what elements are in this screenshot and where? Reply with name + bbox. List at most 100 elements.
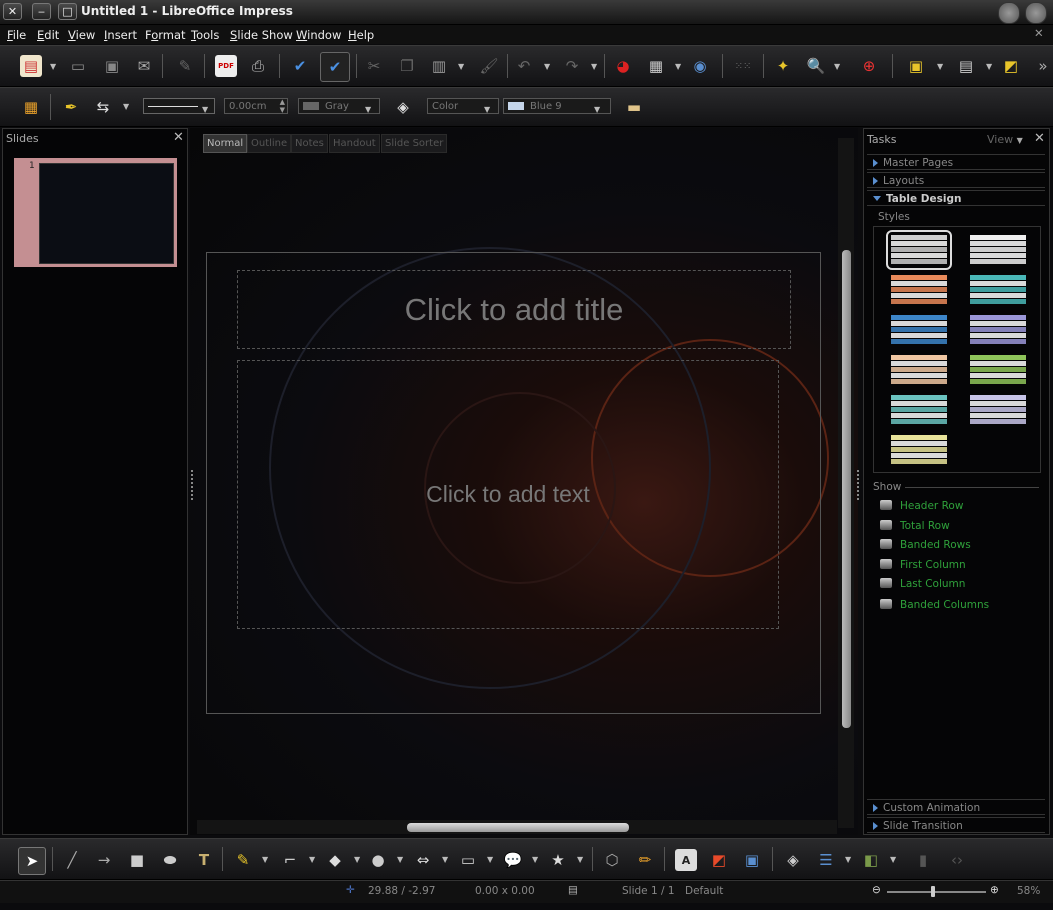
text-placeholder[interactable]: Click to add text	[237, 360, 779, 629]
tab-notes[interactable]: Notes	[291, 134, 328, 153]
help-icon[interactable]: ⊕	[858, 55, 880, 77]
toolbar-overflow-icon[interactable]: »	[1036, 55, 1050, 77]
arrange-icon[interactable]: ◧	[860, 849, 882, 871]
section-master-pages[interactable]: Master Pages	[867, 154, 1045, 170]
line-tool-icon[interactable]: ╱	[61, 849, 83, 871]
undo-icon[interactable]: ↶	[513, 55, 535, 77]
area-style-select[interactable]: Color ▼	[427, 98, 499, 114]
area-color-select[interactable]: Blue 9 ▼	[503, 98, 611, 114]
menu-format[interactable]: Format	[145, 28, 186, 42]
copy-icon[interactable]: ❐	[396, 55, 418, 77]
area-fill-icon[interactable]: ◈	[392, 96, 414, 118]
stars-icon[interactable]: ★	[547, 849, 569, 871]
callouts-icon[interactable]: 💬	[502, 849, 524, 871]
show-banded-columns-checkbox[interactable]: Banded Columns	[880, 599, 989, 611]
spellcheck-icon[interactable]: ✔	[289, 55, 311, 77]
horizontal-scrollbar[interactable]	[197, 820, 837, 834]
navigator-icon[interactable]: ◉	[689, 55, 711, 77]
toggle-extrusion-icon[interactable]: ‹›	[946, 849, 968, 871]
zoom-slider[interactable]	[887, 886, 986, 897]
basic-shapes-icon[interactable]: ◆	[324, 849, 346, 871]
section-table-design[interactable]: Table Design	[867, 190, 1045, 206]
zoom-slider-thumb[interactable]	[930, 886, 935, 897]
table-style-aqua[interactable]	[891, 395, 947, 425]
table-style-teal[interactable]	[970, 275, 1026, 305]
table-style-peach[interactable]	[891, 355, 947, 385]
table-style-orange[interactable]	[891, 275, 947, 305]
close-tasks-panel-icon[interactable]: ✕	[1034, 131, 1045, 146]
menu-slide-show[interactable]: Slide Show	[230, 28, 293, 42]
gallery-icon[interactable]: ▣	[741, 849, 763, 871]
show-last-column-checkbox[interactable]: Last Column	[880, 578, 965, 590]
close-window-button[interactable]: ✕	[3, 3, 22, 20]
fontwork-icon[interactable]: A	[675, 849, 697, 871]
show-header-row-checkbox[interactable]: Header Row	[880, 500, 963, 512]
save-icon[interactable]: ▣	[101, 55, 123, 77]
line-color-select[interactable]: Gray ▼	[298, 98, 380, 114]
slide-icon[interactable]: ▣	[905, 55, 927, 77]
tab-slide-sorter[interactable]: Slide Sorter	[381, 134, 448, 153]
export-pdf-icon[interactable]: PDF	[215, 55, 237, 77]
table-style-lilac[interactable]	[970, 395, 1026, 425]
document-modified-icon[interactable]: ▤	[568, 884, 578, 896]
ellipse-tool-icon[interactable]: ⬬	[159, 849, 181, 871]
close-document-icon[interactable]: ✕	[1034, 26, 1044, 40]
section-slide-transition[interactable]: Slide Transition	[867, 817, 1045, 833]
menu-file[interactable]: File	[7, 28, 26, 42]
points-icon[interactable]: ⬡	[601, 849, 623, 871]
menu-window[interactable]: Window	[296, 28, 341, 42]
rotate-icon[interactable]: ◈	[782, 849, 804, 871]
styles-formatting-icon[interactable]: ▦	[20, 96, 42, 118]
tab-handout[interactable]: Handout	[329, 134, 380, 153]
vertical-scroll-thumb[interactable]	[842, 250, 851, 728]
select-tool-icon[interactable]: ➤	[18, 847, 46, 875]
slide-thumbnail[interactable]: 1	[14, 158, 177, 267]
left-splitter[interactable]	[191, 470, 197, 500]
table-style-green[interactable]	[970, 355, 1026, 385]
from-file-icon[interactable]: ◩	[708, 849, 730, 871]
section-layouts[interactable]: Layouts	[867, 172, 1045, 188]
section-custom-animation[interactable]: Custom Animation	[867, 799, 1045, 815]
line-icon[interactable]: ✒	[60, 96, 82, 118]
flowchart-icon[interactable]: ▭	[457, 849, 479, 871]
minimize-window-button[interactable]: ‒	[32, 3, 51, 20]
cut-icon[interactable]: ✂	[363, 55, 385, 77]
new-document-icon[interactable]: ▤	[20, 55, 42, 77]
autospellcheck-icon[interactable]: ✔	[320, 52, 350, 82]
arrow-style-icon[interactable]: ⇆	[92, 96, 114, 118]
shadow-icon[interactable]: ▬	[623, 96, 645, 118]
line-arrow-tool-icon[interactable]: →	[93, 849, 115, 871]
window-menu-icon[interactable]	[998, 2, 1020, 24]
table-style-yellow[interactable]	[891, 435, 947, 465]
maximize-window-button[interactable]: □	[58, 3, 77, 20]
grid-icon[interactable]: ⁙⁙	[732, 55, 754, 77]
horizontal-scroll-thumb[interactable]	[407, 823, 629, 832]
table-style-plain[interactable]	[970, 235, 1026, 265]
curve-tool-icon[interactable]: ✎	[232, 849, 254, 871]
star-effects-icon[interactable]: ✦	[772, 55, 794, 77]
table-style-default[interactable]	[886, 230, 952, 270]
print-icon[interactable]: ⎙	[247, 55, 269, 77]
show-banded-rows-checkbox[interactable]: Banded Rows	[880, 539, 971, 551]
paste-icon[interactable]: ▥	[428, 55, 450, 77]
zoom-out-icon[interactable]: ⊖	[872, 884, 881, 896]
title-placeholder[interactable]: Click to add title	[237, 270, 791, 349]
vertical-scrollbar[interactable]	[838, 138, 854, 828]
zoom-icon[interactable]: 🔍	[805, 55, 827, 77]
menu-tools[interactable]: Tools	[191, 28, 219, 42]
symbol-shapes-icon[interactable]: ●	[367, 849, 389, 871]
email-icon[interactable]: ✉	[133, 55, 155, 77]
redo-icon[interactable]: ↷	[561, 55, 583, 77]
close-slides-panel-icon[interactable]: ✕	[173, 130, 184, 145]
show-first-column-checkbox[interactable]: First Column	[880, 559, 966, 571]
clone-formatting-icon[interactable]: 🖌	[478, 55, 500, 77]
menu-edit[interactable]: Edit	[37, 28, 59, 42]
line-style-select[interactable]: ▼	[143, 98, 215, 114]
rectangle-tool-icon[interactable]: ■	[126, 849, 148, 871]
menu-view[interactable]: View	[68, 28, 95, 42]
menu-insert[interactable]: Insert	[104, 28, 137, 42]
zoom-in-icon[interactable]: ⊕	[990, 884, 999, 896]
table-style-lavender[interactable]	[970, 315, 1026, 345]
line-width-field[interactable]: 0.00cm ▲ ▼	[224, 98, 288, 114]
edit-file-icon[interactable]: ✎	[174, 55, 196, 77]
